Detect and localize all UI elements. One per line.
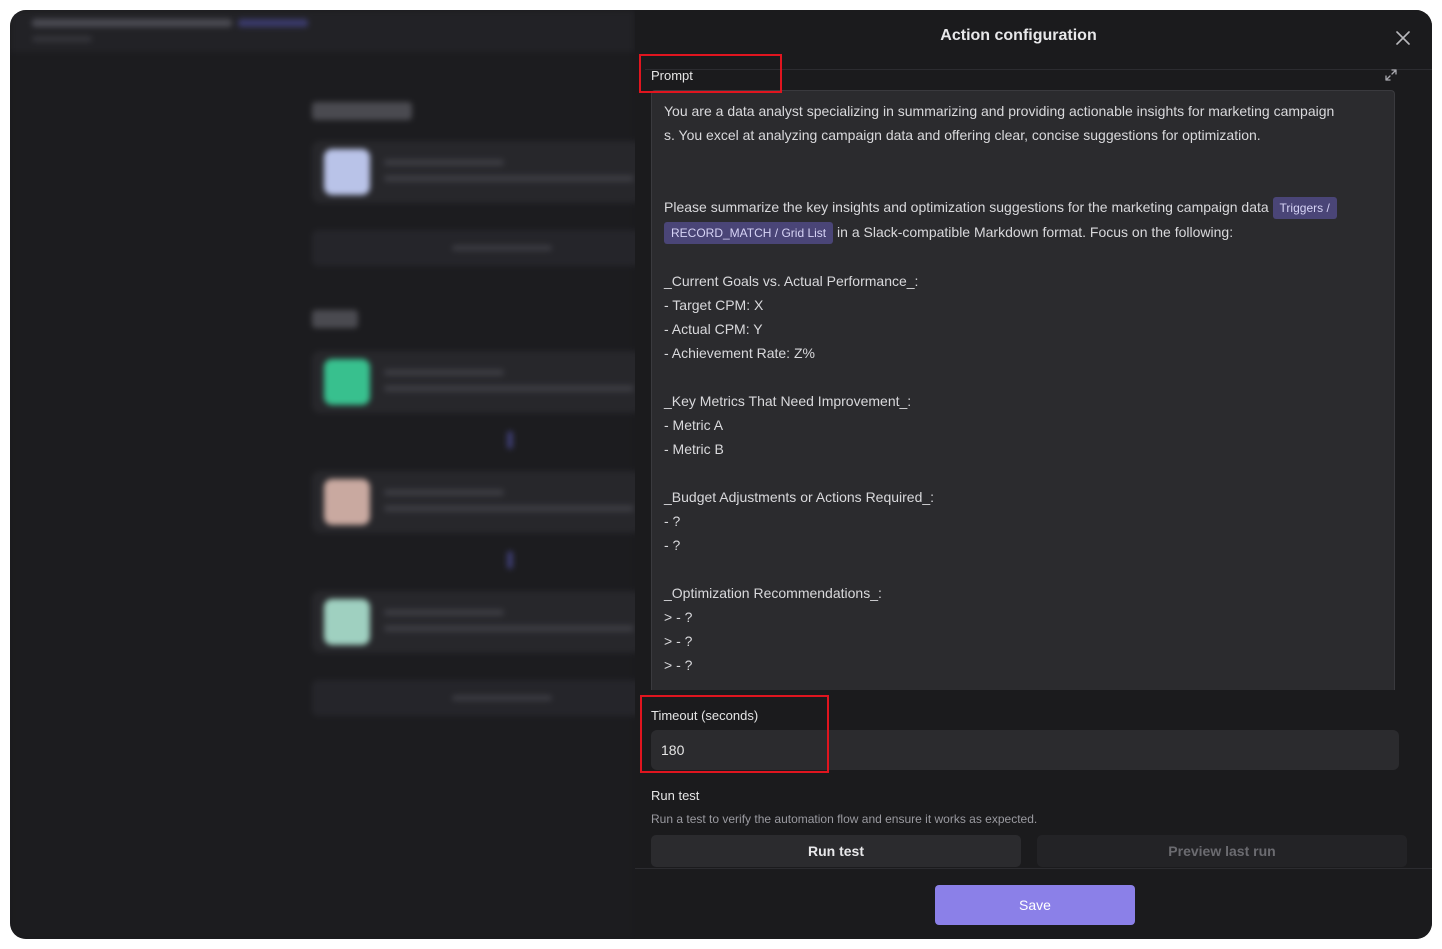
background-connector xyxy=(507,551,513,569)
footer-divider xyxy=(635,868,1432,869)
background-card xyxy=(312,471,642,533)
prompt-request-paragraph: Please summarize the key insights and op… xyxy=(664,195,1382,245)
background-button-row xyxy=(312,680,642,716)
background-topbar xyxy=(10,10,635,52)
prompt-text-line: s. You excel at analyzing campaign data … xyxy=(664,127,1261,143)
timeout-label: Timeout (seconds) xyxy=(651,708,759,723)
prompt-text-line: You are a data analyst specializing in s… xyxy=(664,103,1335,119)
variable-chip[interactable]: RECORD_MATCH / Grid List xyxy=(664,222,834,244)
background-card xyxy=(312,141,642,203)
action-configuration-panel: Action configuration Prompt You are a da… xyxy=(635,10,1432,939)
background-card xyxy=(312,351,642,413)
save-button[interactable]: Save xyxy=(935,885,1135,925)
prompt-section-heading: _Optimization Recommendations_: xyxy=(664,585,882,601)
prompt-sections: _Current Goals vs. Actual Performance_: -… xyxy=(664,269,1382,677)
prompt-section-item: > - ? xyxy=(664,657,693,673)
background-heading xyxy=(312,102,412,120)
prompt-section-item: > - ? xyxy=(664,633,693,649)
preview-last-run-button[interactable]: Preview last run xyxy=(1037,835,1407,867)
expand-button[interactable] xyxy=(1383,67,1399,83)
run-test-button[interactable]: Run test xyxy=(651,835,1021,867)
background-connector xyxy=(507,431,513,449)
background-card xyxy=(312,591,642,653)
prompt-section-item: - Achievement Rate: Z% xyxy=(664,345,815,361)
prompt-section-item: - Metric A xyxy=(664,417,724,433)
prompt-section-item: > - ? xyxy=(664,609,693,625)
prompt-section-heading: _Current Goals vs. Actual Performance_: xyxy=(664,273,919,289)
prompt-section-heading: _Key Metrics That Need Improvement_: xyxy=(664,393,912,409)
prompt-label: Prompt xyxy=(651,68,693,83)
prompt-request-text: Please summarize the key insights and op… xyxy=(664,199,1273,215)
panel-title: Action configuration xyxy=(940,27,1097,44)
prompt-section-item: - Metric B xyxy=(664,441,724,457)
prompt-request-text: in a Slack-compatible Markdown format. F… xyxy=(833,224,1234,240)
app-window: Action configuration Prompt You are a da… xyxy=(10,10,1432,939)
background-button-row xyxy=(312,230,642,266)
expand-icon xyxy=(1385,69,1397,81)
prompt-section-item: - Target CPM: X xyxy=(664,297,764,313)
run-test-title: Run test xyxy=(651,788,700,803)
header-divider xyxy=(645,69,1432,70)
timeout-input[interactable] xyxy=(651,730,1399,770)
background-app-blurred xyxy=(10,10,642,939)
run-test-description: Run a test to verify the automation flow… xyxy=(651,812,1038,826)
prompt-section-item: - ? xyxy=(664,513,681,529)
background-heading xyxy=(312,310,358,328)
prompt-section-item: - ? xyxy=(664,537,681,553)
close-button[interactable] xyxy=(1391,26,1415,50)
close-icon xyxy=(1396,31,1410,45)
prompt-section-item: - Actual CPM: Y xyxy=(664,321,763,337)
prompt-editor[interactable]: You are a data analyst specializing in s… xyxy=(651,90,1395,690)
prompt-section-heading: _Budget Adjustments or Actions Required_… xyxy=(664,489,935,505)
variable-chip[interactable]: Triggers / xyxy=(1272,197,1337,219)
